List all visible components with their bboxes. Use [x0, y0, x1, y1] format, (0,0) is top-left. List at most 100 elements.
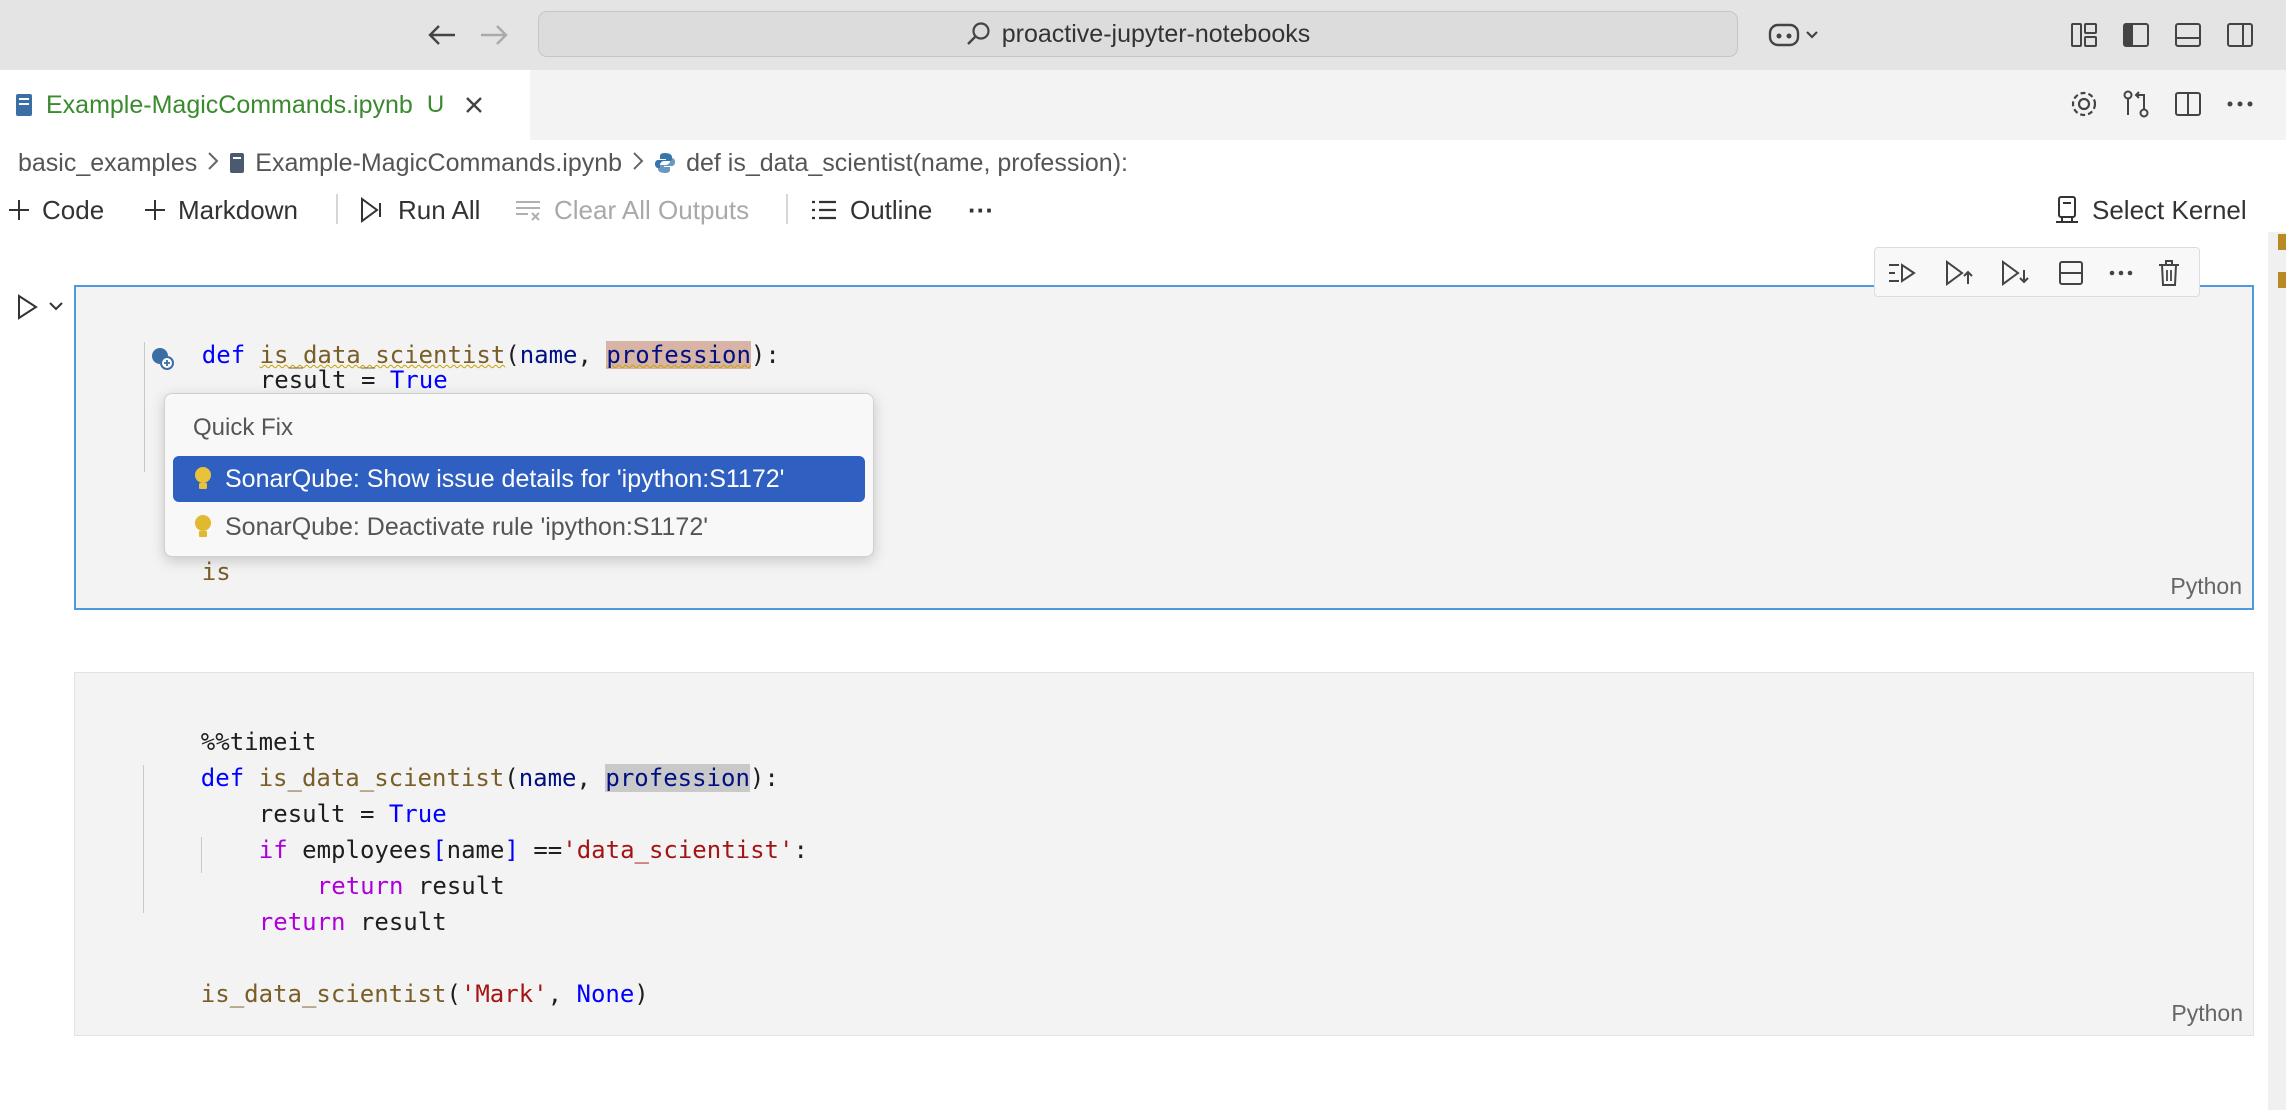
comma: ,	[576, 764, 606, 792]
breadcrumb-folder[interactable]: basic_examples	[18, 149, 197, 178]
lightbulb-icon[interactable]	[148, 345, 176, 373]
paren: (	[504, 764, 519, 792]
param: name	[518, 764, 577, 792]
toggle-panel-icon[interactable]	[2170, 17, 2206, 53]
split-cell-icon[interactable]	[2053, 255, 2089, 291]
python-icon	[654, 152, 676, 174]
toolbar-more-button[interactable]: ···	[968, 190, 994, 230]
run-above-icon[interactable]	[1941, 255, 1977, 291]
editor-tab[interactable]: Example-MagicCommands.ipynb U	[0, 70, 530, 140]
lightbulb-icon	[181, 465, 225, 493]
close-icon[interactable]	[464, 95, 484, 115]
quick-fix-item-label: SonarQube: Show issue details for 'ipyth…	[225, 464, 785, 493]
unused-param-highlight: profession	[606, 341, 751, 369]
run-all-icon	[361, 197, 381, 223]
plus-icon	[145, 200, 165, 220]
command-center-search[interactable]: proactive-jupyter-notebooks	[538, 11, 1738, 57]
execute-above-icon[interactable]	[1885, 255, 1921, 291]
comma: ,	[577, 341, 607, 369]
keyword: return	[258, 908, 346, 936]
gear-icon[interactable]	[2066, 86, 2102, 122]
address-text: proactive-jupyter-notebooks	[1001, 19, 1311, 48]
quick-fix-menu: Quick Fix SonarQube: Show issue details …	[164, 393, 874, 557]
chevron-right-icon	[632, 149, 644, 178]
editor-scrollbar[interactable]	[2268, 232, 2286, 1110]
quick-fix-item-deactivate-rule[interactable]: SonarQube: Deactivate rule 'ipython:S117…	[173, 504, 865, 550]
bracket: ]	[504, 836, 519, 864]
scrollbar-marker	[2278, 272, 2286, 288]
code-cell[interactable]: %%timeit def is_data_scientist(name, pro…	[74, 672, 2254, 1036]
paren: )	[634, 980, 649, 1008]
string: 'Mark'	[460, 980, 548, 1008]
paren: (	[446, 980, 461, 1008]
add-markdown-cell-button[interactable]: Markdown	[144, 190, 298, 230]
forward-arrow-icon[interactable]	[476, 17, 512, 53]
search-icon	[966, 22, 990, 45]
paren: ):	[749, 764, 779, 792]
tab-git-status: U	[426, 91, 445, 118]
copilot-icon[interactable]	[1764, 17, 1824, 53]
param-highlight: profession	[605, 764, 750, 792]
toolbar-divider	[786, 194, 788, 224]
run-below-icon[interactable]	[1997, 255, 2033, 291]
split-editor-icon[interactable]	[2170, 86, 2206, 122]
more-actions-icon[interactable]	[2222, 86, 2258, 122]
breadcrumb-symbol[interactable]: def is_data_scientist(name, profession):	[686, 149, 1128, 178]
add-code-label: Code	[42, 194, 105, 225]
outline-button[interactable]: Outline	[810, 190, 932, 230]
cell-toolbar	[1874, 247, 2200, 297]
scrollbar-marker	[2278, 234, 2286, 250]
paren: (	[505, 341, 520, 369]
breadcrumb: basic_examples Example-MagicCommands.ipy…	[18, 146, 1128, 180]
plus-icon	[9, 200, 29, 220]
toggle-primary-sidebar-icon[interactable]	[2118, 17, 2154, 53]
run-cell-icon[interactable]	[12, 292, 42, 322]
editor-tab-bar: Example-MagicCommands.ipynb U	[0, 70, 2286, 140]
identifier: result	[345, 908, 447, 936]
keyword: None	[576, 980, 635, 1008]
more-label: ···	[968, 194, 994, 225]
cell-language-label[interactable]: Python	[2170, 573, 2242, 600]
colon: :	[793, 836, 808, 864]
comma: ,	[547, 980, 577, 1008]
run-all-label: Run All	[398, 194, 481, 225]
cell-language-label[interactable]: Python	[2171, 1000, 2243, 1027]
toggle-secondary-sidebar-icon[interactable]	[2222, 17, 2258, 53]
customize-layout-icon[interactable]	[2066, 17, 2102, 53]
assignment: result =	[259, 366, 390, 394]
kernel-icon	[2056, 196, 2078, 223]
select-kernel-label: Select Kernel	[2092, 194, 2247, 225]
param: name	[519, 341, 578, 369]
function-name: is_data_scientist	[200, 980, 447, 1008]
clear-all-outputs-button[interactable]: Clear All Outputs	[514, 190, 749, 230]
paren: ):	[750, 341, 780, 369]
keyword: True	[389, 366, 448, 394]
quick-fix-title: Quick Fix	[193, 414, 294, 441]
title-bar: proactive-jupyter-notebooks	[0, 0, 2286, 70]
notebook-file-icon	[14, 92, 34, 118]
more-actions-icon[interactable]	[2103, 255, 2139, 291]
toolbar-divider	[336, 194, 338, 224]
compare-changes-icon[interactable]	[2118, 86, 2154, 122]
notebook-file-icon	[229, 152, 245, 174]
lightbulb-icon	[181, 513, 225, 541]
quick-fix-item-label: SonarQube: Deactivate rule 'ipython:S117…	[225, 512, 708, 541]
operator: ==	[518, 836, 563, 864]
outline-label: Outline	[850, 194, 933, 225]
indent-guide	[144, 342, 145, 472]
back-arrow-icon[interactable]	[424, 17, 460, 53]
indent-guide	[143, 765, 144, 913]
clear-outputs-label: Clear All Outputs	[554, 194, 750, 225]
select-kernel-button[interactable]: Select Kernel	[2054, 190, 2247, 230]
trash-icon[interactable]	[2151, 255, 2187, 291]
breadcrumb-file[interactable]: Example-MagicCommands.ipynb	[255, 149, 622, 178]
notebook-toolbar: Code Markdown Run All Clear All Outputs …	[0, 190, 2286, 230]
execution-options-chevron-icon[interactable]	[46, 296, 66, 316]
clear-outputs-icon	[516, 201, 540, 221]
list-icon	[812, 200, 836, 220]
run-all-button[interactable]: Run All	[360, 190, 480, 230]
add-markdown-label: Markdown	[178, 194, 298, 225]
add-code-cell-button[interactable]: Code	[8, 190, 104, 230]
quick-fix-item-show-issue[interactable]: SonarQube: Show issue details for 'ipyth…	[173, 456, 865, 502]
code-line: is_data_scientist('Mark', None)	[143, 949, 649, 1039]
